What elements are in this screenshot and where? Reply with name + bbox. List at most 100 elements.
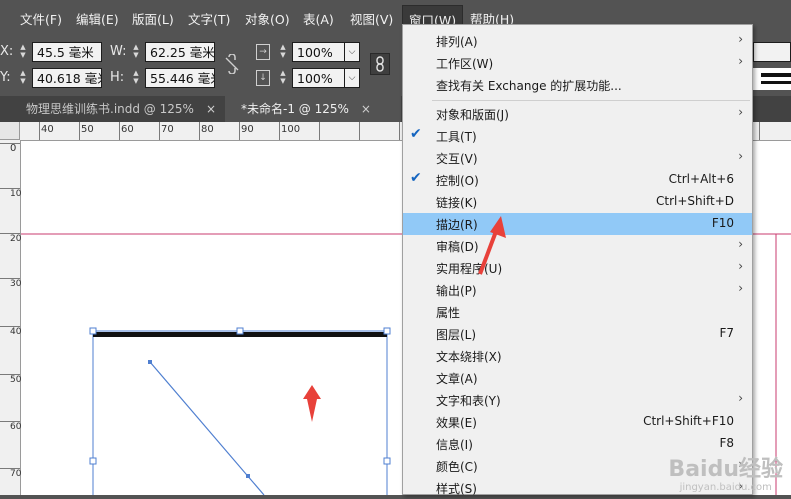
menu-item-text-wrap[interactable]: 文本绕排(X) xyxy=(403,345,752,367)
tab-label: 物理思维训练书.indd @ 125% xyxy=(26,102,194,116)
menu-type[interactable]: 文字(T) xyxy=(188,9,230,28)
x-stepper[interactable]: ▲ ▼ xyxy=(18,43,28,61)
menu-item-shortcut: F7 xyxy=(719,326,734,340)
menu-item-label: 文章(A) xyxy=(436,372,478,386)
scale-y-field[interactable]: 100% xyxy=(292,68,345,88)
menu-item-tools[interactable]: ✔ 工具(T) xyxy=(403,125,752,147)
h-field[interactable]: 55.446 毫米 xyxy=(145,68,215,88)
menu-item-utilities[interactable]: 实用程序(U) › xyxy=(403,257,752,279)
ruler-label: 50 xyxy=(10,375,22,385)
ruler-label: 40 xyxy=(41,124,54,135)
menu-item-links[interactable]: 链接(K) Ctrl+Shift+D xyxy=(403,191,752,213)
constrain-proportions-icon[interactable] xyxy=(224,53,240,77)
ruler-label: 90 xyxy=(241,124,254,135)
vertical-ruler[interactable]: 0 10 20 30 40 50 60 70 xyxy=(0,140,21,495)
menu-view[interactable]: 视图(V) xyxy=(350,9,393,28)
menu-item-label: 交互(V) xyxy=(436,152,478,166)
menu-item-attributes[interactable]: 属性 xyxy=(403,301,752,323)
menu-item-label: 文本绕排(X) xyxy=(436,350,502,364)
menu-item-effects[interactable]: 效果(E) Ctrl+Shift+F10 xyxy=(403,411,752,433)
annotation-arrow xyxy=(478,216,506,275)
ruler-label: 70 xyxy=(161,124,174,135)
menu-item-label: 属性 xyxy=(436,306,461,320)
link-scale-icon[interactable] xyxy=(370,53,390,75)
ruler-label: 40 xyxy=(10,327,22,337)
w-field[interactable]: 62.25 毫米 xyxy=(145,42,215,62)
menu-item-shortcut: Ctrl+Alt+6 xyxy=(668,172,734,186)
menu-item-shortcut: Ctrl+Shift+D xyxy=(656,194,734,208)
menu-item-label: 链接(K) xyxy=(436,196,478,210)
menu-item-find-extensions[interactable]: 查找有关 Exchange 的扩展功能... xyxy=(403,74,752,96)
close-icon[interactable]: × xyxy=(361,102,371,116)
stroke-weight-preview xyxy=(753,34,791,96)
selection-handle xyxy=(383,327,391,335)
menu-item-label: 信息(I) xyxy=(436,438,473,452)
submenu-arrow-icon: › xyxy=(738,32,743,46)
menu-edit[interactable]: 编辑(E) xyxy=(76,9,119,28)
menu-item-review[interactable]: 审稿(D) › xyxy=(403,235,752,257)
menu-item-shortcut: F10 xyxy=(711,216,734,230)
scale-x-field[interactable]: 100% xyxy=(292,42,345,62)
selection-handle xyxy=(89,457,97,465)
menu-item-label: 查找有关 Exchange 的扩展功能... xyxy=(436,79,622,93)
menu-item-control[interactable]: ✔ 控制(O) Ctrl+Alt+6 xyxy=(403,169,752,191)
menu-table[interactable]: 表(A) xyxy=(303,9,334,28)
scale-x-icon: → xyxy=(256,44,270,60)
tab-untitled[interactable]: *未命名-1 @ 125% × xyxy=(225,96,401,122)
menu-item-shortcut: F8 xyxy=(719,436,734,450)
anchor-point xyxy=(246,474,250,478)
menu-item-workspace[interactable]: 工作区(W) › xyxy=(403,52,752,74)
submenu-arrow-icon: › xyxy=(738,259,743,273)
tab-label: *未命名-1 @ 125% xyxy=(241,102,349,116)
menu-item-arrange[interactable]: 排列(A) › xyxy=(403,30,752,52)
menu-object[interactable]: 对象(O) xyxy=(245,9,290,28)
menu-item-object-layout[interactable]: 对象和版面(J) › xyxy=(403,103,752,125)
menu-layout[interactable]: 版面(L) xyxy=(132,9,174,28)
ruler-label: 80 xyxy=(201,124,214,135)
menu-item-label: 工作区(W) xyxy=(436,57,494,71)
menu-item-interactive[interactable]: 交互(V) › xyxy=(403,147,752,169)
y-stepper[interactable]: ▲ ▼ xyxy=(18,69,28,87)
watermark-url: jingyan.baidu.com xyxy=(679,482,772,493)
scale-y-stepper[interactable]: ▲ ▼ xyxy=(278,69,288,87)
ruler-label: 60 xyxy=(121,124,134,135)
menu-item-layers[interactable]: 图层(L) F7 xyxy=(403,323,752,345)
ruler-label: 70 xyxy=(10,469,22,479)
scale-x-dropdown[interactable]: ⌵ xyxy=(344,42,360,62)
selection-bounding-box xyxy=(92,330,388,499)
checkmark-icon: ✔ xyxy=(410,170,422,186)
menu-item-type-tables[interactable]: 文字和表(Y) › xyxy=(403,389,752,411)
ruler-label: 30 xyxy=(10,279,22,289)
menu-separator xyxy=(432,100,750,101)
menu-item-stroke[interactable]: 描边(R) F10 xyxy=(403,213,752,235)
y-field[interactable]: 40.618 毫米 xyxy=(32,68,102,88)
y-label: Y: xyxy=(0,70,11,85)
menu-item-label: 样式(S) xyxy=(436,482,477,496)
selection-handle xyxy=(236,327,244,335)
w-stepper[interactable]: ▲ ▼ xyxy=(131,43,141,61)
menu-item-label: 对象和版面(J) xyxy=(436,108,509,122)
submenu-arrow-icon: › xyxy=(738,281,743,295)
close-icon[interactable]: × xyxy=(206,102,216,116)
ruler-label: 50 xyxy=(81,124,94,135)
tab-physics-book[interactable]: 物理思维训练书.indd @ 125% × xyxy=(10,96,220,122)
ruler-origin[interactable] xyxy=(0,122,20,140)
menu-item-label: 颜色(C) xyxy=(436,460,478,474)
submenu-arrow-icon: › xyxy=(738,105,743,119)
checkmark-icon: ✔ xyxy=(410,126,422,142)
scale-x-stepper[interactable]: ▲ ▼ xyxy=(278,43,288,61)
x-label: X: xyxy=(0,44,14,59)
ruler-label: 20 xyxy=(10,234,22,244)
submenu-arrow-icon: › xyxy=(738,237,743,251)
menu-item-label: 效果(E) xyxy=(436,416,477,430)
menu-item-story[interactable]: 文章(A) xyxy=(403,367,752,389)
menu-item-label: 排列(A) xyxy=(436,35,478,49)
menu-item-info[interactable]: 信息(I) F8 xyxy=(403,433,752,455)
scale-y-dropdown[interactable]: ⌵ xyxy=(344,68,360,88)
menu-item-label: 输出(P) xyxy=(436,284,477,298)
h-label: H: xyxy=(110,70,125,85)
x-field[interactable]: 45.5 毫米 xyxy=(32,42,102,62)
h-stepper[interactable]: ▲ ▼ xyxy=(131,69,141,87)
menu-file[interactable]: 文件(F) xyxy=(20,9,62,28)
menu-item-output[interactable]: 输出(P) › xyxy=(403,279,752,301)
